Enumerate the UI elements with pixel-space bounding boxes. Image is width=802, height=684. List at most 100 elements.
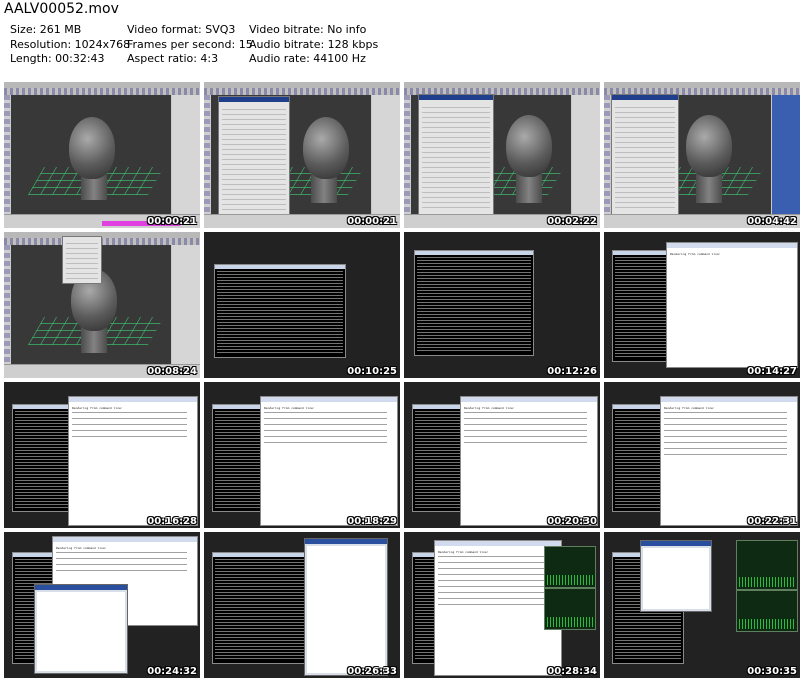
thumbnail[interactable]: Rendering from command line: 00:24:32 xyxy=(4,532,200,678)
maya-toolbox xyxy=(604,95,610,215)
notepad-window[interactable]: Rendering from command line: xyxy=(460,396,598,526)
thumbnail[interactable]: 00:02:22 xyxy=(404,82,600,228)
info-audio-rate: Audio rate: 44100 Hz xyxy=(249,52,366,65)
maya-viewport xyxy=(11,95,171,215)
info-size: Size: 261 MB xyxy=(10,23,82,36)
performance-monitor xyxy=(544,546,596,588)
menu-items xyxy=(66,239,98,280)
window-titlebar xyxy=(215,265,345,269)
window-titlebar xyxy=(305,539,387,544)
thumbnail[interactable]: 00:30:35 xyxy=(604,532,800,678)
timestamp: 00:00:21 xyxy=(147,216,197,227)
info-length: Length: 00:32:43 xyxy=(10,52,105,65)
window-titlebar xyxy=(667,243,797,248)
window-body xyxy=(37,592,125,671)
render-settings-dialog[interactable] xyxy=(218,96,290,216)
dialog-titlebar xyxy=(612,95,678,100)
window-titlebar xyxy=(435,541,561,546)
thumbnail[interactable]: Rendering from command line: 00:16:28 xyxy=(4,382,200,528)
notepad-heading: Rendering from command line: xyxy=(264,406,315,410)
thumbnail[interactable]: 00:04:42 xyxy=(604,82,800,228)
channel-box xyxy=(772,95,800,215)
notepad-heading: Rendering from command line: xyxy=(464,406,515,410)
info-column-2: Video format: SVQ3 Frames per second: 15… xyxy=(127,23,253,67)
command-prompt-window[interactable] xyxy=(214,264,346,358)
notepad-heading: Rendering from command line: xyxy=(72,406,123,410)
sculpt-head xyxy=(69,117,115,179)
file-title: AALV00052.mov xyxy=(4,1,119,17)
info-column-1: Size: 261 MB Resolution: 1024x768 Length… xyxy=(10,23,130,67)
notepad-window[interactable]: Rendering from command line: xyxy=(660,396,798,526)
notepad-lines xyxy=(664,412,787,460)
sculpt-neck xyxy=(516,173,542,203)
timestamp: 00:18:29 xyxy=(347,516,397,527)
explorer-window[interactable] xyxy=(304,538,388,676)
channel-box xyxy=(172,95,200,215)
sculpt-neck xyxy=(696,173,722,203)
performance-monitor xyxy=(736,590,798,632)
dialog-titlebar xyxy=(419,95,493,100)
maya-shelf xyxy=(4,238,200,245)
notepad-lines xyxy=(264,412,387,448)
thumbnail[interactable]: 00:08:24 xyxy=(4,232,200,378)
dialog-fields xyxy=(222,105,286,212)
window-body xyxy=(307,546,385,673)
render-settings-dialog[interactable] xyxy=(418,94,494,216)
timestamp: 00:28:34 xyxy=(547,666,597,677)
window-titlebar xyxy=(53,537,197,542)
timestamp: 00:16:28 xyxy=(147,516,197,527)
notepad-heading: Rendering from command line: xyxy=(670,252,721,256)
notepad-heading: Rendering from command line: xyxy=(56,546,107,550)
window-titlebar xyxy=(35,585,127,590)
maya-shelf xyxy=(204,88,400,95)
thumbnail[interactable]: Rendering from command line: 00:14:27 xyxy=(604,232,800,378)
thumbnail[interactable]: 00:10:25 xyxy=(204,232,400,378)
maya-toolbox xyxy=(4,95,10,215)
notepad-lines xyxy=(464,412,587,448)
explorer-window[interactable] xyxy=(640,540,712,612)
render-settings-dialog[interactable] xyxy=(611,94,679,216)
notepad-heading: Rendering from command line: xyxy=(664,406,715,410)
thumbnail[interactable]: 00:00:21 xyxy=(204,82,400,228)
info-fps: Frames per second: 15 xyxy=(127,37,253,51)
sculpt-head xyxy=(303,117,349,179)
thumbnail[interactable]: 00:12:26 xyxy=(404,232,600,378)
render-menu[interactable] xyxy=(62,236,102,284)
thumbnail[interactable]: 00:00:21 xyxy=(4,82,200,228)
cpu-graph xyxy=(547,575,593,585)
window-titlebar xyxy=(69,397,197,402)
performance-monitor xyxy=(736,540,798,590)
notepad-window[interactable]: Rendering from command line: xyxy=(68,396,198,526)
thumbnail[interactable]: Rendering from command line: 00:20:30 xyxy=(404,382,600,528)
channel-box xyxy=(172,245,200,365)
maya-shelf xyxy=(4,88,200,95)
thumbnail[interactable]: 00:26:33 xyxy=(204,532,400,678)
dialog-fields xyxy=(615,103,675,212)
window-titlebar xyxy=(261,397,397,402)
channel-box xyxy=(572,95,600,215)
window-body xyxy=(643,548,709,609)
notepad-window[interactable]: Rendering from command line: xyxy=(666,242,798,368)
timestamp: 00:04:42 xyxy=(747,216,797,227)
performance-monitor xyxy=(544,588,596,630)
memory-graph xyxy=(739,619,795,629)
info-video-bitrate: Video bitrate: No info xyxy=(249,23,367,36)
notepad-window[interactable]: Rendering from command line: xyxy=(260,396,398,526)
timestamp: 00:22:31 xyxy=(747,516,797,527)
notepad-window[interactable]: Rendering from command line: xyxy=(434,540,562,676)
thumbnail[interactable]: Rendering from command line: 00:22:31 xyxy=(604,382,800,528)
sculpt-head xyxy=(686,115,732,177)
timestamp: 00:14:27 xyxy=(747,366,797,377)
info-video-format: Video format: SVQ3 xyxy=(127,23,236,36)
thumbnail[interactable]: Rendering from command line: 00:28:34 xyxy=(404,532,600,678)
maya-toolbox xyxy=(4,245,10,365)
dialog-titlebar xyxy=(219,97,289,102)
cpu-graph xyxy=(739,577,795,587)
info-resolution: Resolution: 1024x768 xyxy=(10,37,131,51)
command-prompt-window[interactable] xyxy=(414,250,534,356)
window-titlebar xyxy=(641,541,711,546)
thumbnail[interactable]: Rendering from command line: 00:18:29 xyxy=(204,382,400,528)
explorer-window[interactable] xyxy=(34,584,128,674)
maya-toolbox xyxy=(204,95,210,215)
info-aspect-ratio: Aspect ratio: 4:3 xyxy=(127,52,219,65)
